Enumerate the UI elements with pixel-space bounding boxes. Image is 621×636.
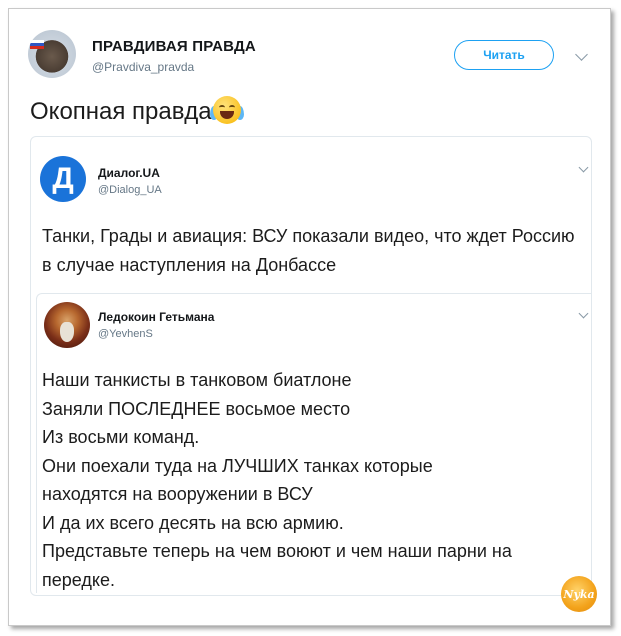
text-line: находятся на вооружении в ВСУ: [42, 484, 313, 504]
author-handle[interactable]: @Pravdiva_pravda: [92, 60, 194, 74]
text-line: Они поехали туда на ЛУЧШИХ танках которы…: [42, 455, 433, 476]
text-line: Заняли ПОСЛЕДНЕЕ восьмое место: [42, 398, 351, 419]
face-with-tears-of-joy-icon: [209, 96, 244, 124]
nested-quote-text: Наши танкисты в танковом биатлоне Заняли…: [42, 366, 592, 594]
dialog-ua-logo-avatar[interactable]: Д: [40, 156, 86, 202]
nested-author-avatar[interactable]: [44, 302, 90, 348]
author-avatar[interactable]: [28, 30, 76, 78]
watermark-logo: Nyka: [561, 576, 597, 612]
text-line: И да их всего десять на всю армию.: [42, 512, 344, 533]
tweet-text-content: Окопная правда: [30, 98, 212, 125]
text-line: Из восьми команд.: [42, 427, 200, 447]
text-line: Наши танкисты в танковом биатлоне: [42, 370, 352, 390]
quoted-tweet-text: Танки, Грады и авиация: ВСУ показали вид…: [42, 226, 575, 275]
tweet-text: Окопная правда: [30, 96, 244, 126]
author-name[interactable]: ПРАВДИВАЯ ПРАВДА: [92, 38, 256, 55]
text-line: передке.: [42, 569, 115, 590]
nested-author-name[interactable]: Ледокоин Гетьмана: [98, 310, 214, 324]
text-line: Представьте теперь на чем воюют и чем на…: [42, 541, 512, 561]
quoted-author-name[interactable]: Диалог.UA: [98, 166, 160, 180]
follow-button[interactable]: Читать: [454, 40, 554, 70]
nested-author-handle[interactable]: @YevhenS: [98, 328, 153, 340]
russian-flag-icon: [30, 40, 44, 49]
quoted-author-handle[interactable]: @Dialog_UA: [98, 184, 162, 196]
